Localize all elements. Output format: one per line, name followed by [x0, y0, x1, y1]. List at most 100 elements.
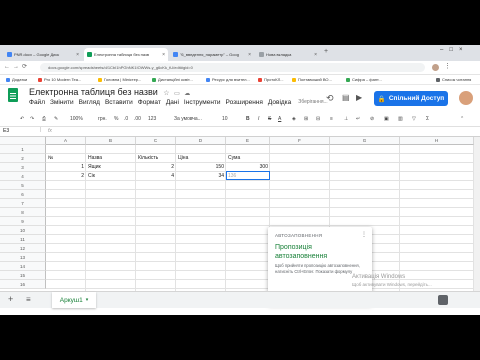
address-bar[interactable]: docs.google.com/spreadsheets/d/1CbI1hPGh…: [40, 63, 425, 72]
row-header[interactable]: 16: [0, 280, 46, 289]
row-header[interactable]: 7: [0, 199, 46, 208]
align-icon[interactable]: ≡: [330, 116, 333, 122]
functions-icon[interactable]: Σ: [426, 116, 429, 122]
row-header[interactable]: 4: [0, 172, 46, 181]
bookmark-item[interactable]: Додатки: [6, 77, 27, 82]
document-title[interactable]: Електронна таблиця без назви ☆ ▭ ☁: [29, 87, 190, 97]
table-cell-quantity[interactable]: 2: [138, 163, 174, 172]
bookmark-item[interactable]: Сифра – фант...: [346, 77, 382, 82]
nav-arrows-icon[interactable]: ←→⟳: [4, 63, 30, 70]
number-format-button[interactable]: 123: [148, 116, 156, 122]
row-header[interactable]: 3: [0, 163, 46, 172]
vertical-scrollbar[interactable]: [474, 137, 480, 291]
menu-item-view[interactable]: Вигляд: [79, 99, 100, 106]
wrap-icon[interactable]: ↵: [356, 116, 360, 122]
sheet-tab-active[interactable]: Аркуш1 ▾: [52, 292, 96, 308]
header-cell-quantity[interactable]: Кількість: [138, 154, 158, 163]
more-options-icon[interactable]: ⋮: [361, 231, 367, 238]
currency-button[interactable]: грн.: [98, 116, 107, 122]
bookmark-item[interactable]: Ресурс для вчител...: [206, 77, 250, 82]
close-icon[interactable]: ×: [74, 52, 79, 58]
bookmark-item[interactable]: Список читання: [436, 77, 471, 82]
column-header[interactable]: A: [46, 137, 86, 145]
table-cell-price[interactable]: 34: [178, 172, 224, 181]
collapse-icon[interactable]: ⌃: [460, 116, 464, 122]
grid-corner[interactable]: [0, 137, 46, 145]
header-cell-name[interactable]: Назва: [88, 154, 102, 163]
window-controls[interactable]: –□×: [440, 47, 468, 53]
redo-icon[interactable]: ↷: [30, 116, 34, 122]
row-header[interactable]: 14: [0, 262, 46, 271]
star-icon[interactable]: ☆: [163, 90, 169, 97]
font-select[interactable]: За умовча...: [174, 116, 202, 122]
italic-button[interactable]: I: [258, 116, 259, 122]
row-header[interactable]: 2: [0, 154, 46, 163]
explore-icon[interactable]: [438, 295, 448, 305]
row-header[interactable]: 6: [0, 190, 46, 199]
paint-format-icon[interactable]: ✎: [54, 116, 58, 122]
chevron-down-icon[interactable]: ▾: [86, 297, 89, 303]
browser-tab[interactable]: Нова вкладка ×: [256, 48, 320, 61]
browser-tab-active[interactable]: Електронна таблиця без назв ×: [84, 48, 168, 61]
valign-icon[interactable]: ⊥: [344, 116, 348, 122]
column-header[interactable]: G: [330, 137, 400, 145]
header-cell-sum[interactable]: Сума: [228, 154, 240, 163]
table-cell-quantity[interactable]: 4: [138, 172, 174, 181]
avatar[interactable]: [459, 91, 473, 105]
menu-item-tools[interactable]: Інструменти: [184, 99, 221, 106]
bookmark-item[interactable]: Pro 10 Modern Tea...: [38, 77, 81, 82]
column-header[interactable]: E: [226, 137, 270, 145]
menu-item-insert[interactable]: Вставити: [105, 99, 133, 106]
column-header[interactable]: B: [86, 137, 136, 145]
new-tab-button[interactable]: +: [324, 48, 328, 55]
menu-item-extensions[interactable]: Розширення: [226, 99, 263, 106]
comment-icon[interactable]: ▤: [342, 93, 350, 102]
filter-icon[interactable]: ▽: [412, 116, 416, 122]
row-header[interactable]: 9: [0, 217, 46, 226]
link-icon[interactable]: ⊘: [370, 116, 374, 122]
bookmark-item[interactable]: Головна | Міністер...: [98, 77, 141, 82]
table-cell-number[interactable]: 1: [48, 163, 84, 172]
percent-button[interactable]: %: [114, 116, 118, 122]
all-sheets-button[interactable]: ≡: [26, 295, 31, 304]
table-cell-name[interactable]: Сік: [88, 172, 95, 181]
meet-icon[interactable]: ▶: [356, 93, 362, 102]
row-header[interactable]: 11: [0, 235, 46, 244]
header-cell-price[interactable]: Ціна: [178, 154, 188, 163]
print-icon[interactable]: ⎙: [42, 116, 46, 122]
borders-icon[interactable]: ⊞: [304, 116, 308, 122]
table-cell-name[interactable]: Ящик: [88, 163, 101, 172]
merge-icon[interactable]: ⊟: [316, 116, 320, 122]
fill-color-icon[interactable]: ◈: [292, 116, 296, 122]
profile-icon[interactable]: [432, 64, 439, 71]
bold-button[interactable]: B: [246, 116, 250, 122]
selected-cell[interactable]: [226, 171, 270, 180]
menu-item-help[interactable]: Довідка: [268, 99, 291, 106]
zoom-select[interactable]: 100%: [70, 116, 83, 122]
strikethrough-button[interactable]: S: [268, 116, 271, 122]
font-size-select[interactable]: 10: [222, 116, 228, 122]
close-icon[interactable]: ×: [312, 52, 317, 58]
row-header[interactable]: 13: [0, 253, 46, 262]
row-header[interactable]: 10: [0, 226, 46, 235]
menu-item-data[interactable]: Дані: [166, 99, 179, 106]
add-sheet-button[interactable]: +: [8, 294, 13, 304]
cell-reference[interactable]: E3: [3, 128, 9, 134]
sheets-logo-icon[interactable]: [8, 88, 18, 102]
insert-comment-icon[interactable]: ▣: [384, 116, 389, 122]
bookmark-item[interactable]: ПротоКЛ...: [258, 77, 284, 82]
menu-item-edit[interactable]: Змінити: [50, 99, 74, 106]
row-header[interactable]: 5: [0, 181, 46, 190]
row-header[interactable]: 12: [0, 244, 46, 253]
close-icon[interactable]: ×: [160, 52, 165, 58]
row-header[interactable]: 15: [0, 271, 46, 280]
share-button[interactable]: 🔒 Спільний Доступ: [374, 91, 448, 106]
column-header[interactable]: H: [400, 137, 474, 145]
row-header[interactable]: 1: [0, 145, 46, 154]
formula-input[interactable]: [60, 127, 470, 135]
column-header[interactable]: D: [176, 137, 226, 145]
column-header[interactable]: F: [270, 137, 330, 145]
close-icon[interactable]: ×: [246, 52, 251, 58]
menu-item-file[interactable]: Файл: [29, 99, 45, 106]
bookmark-item[interactable]: Дистанційні освіт...: [152, 77, 193, 82]
